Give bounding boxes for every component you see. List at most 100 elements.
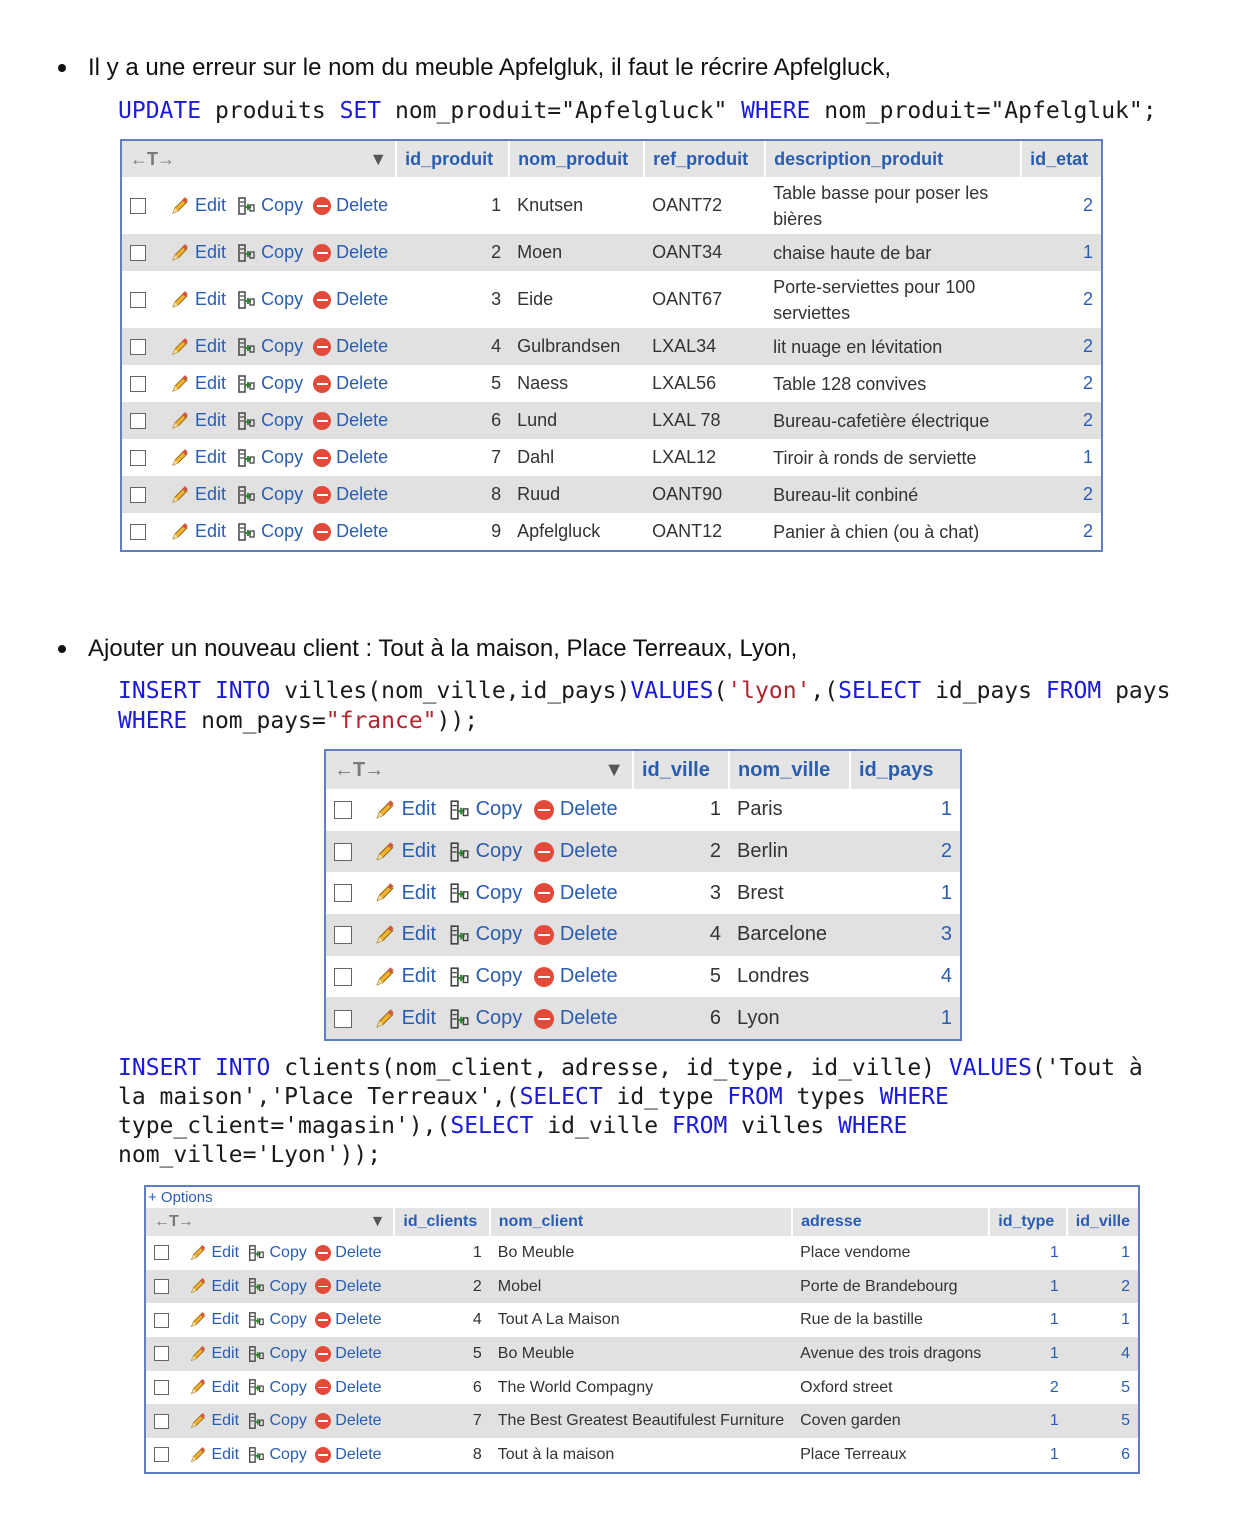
copy-button[interactable]: Copy	[247, 1345, 307, 1362]
edit-button[interactable]: Edit	[374, 965, 436, 987]
copy-button[interactable]: Copy	[236, 373, 303, 393]
delete-button[interactable]: Delete	[314, 1412, 382, 1429]
delete-button[interactable]: Delete	[313, 289, 388, 310]
copy-button[interactable]: Copy	[247, 1446, 307, 1463]
column-header[interactable]: nom_client	[488, 1208, 793, 1236]
column-nav-icon[interactable]: ←T→	[130, 149, 175, 169]
row-checkbox[interactable]	[154, 1245, 169, 1261]
row-checkbox[interactable]	[130, 292, 146, 309]
row-checkbox[interactable]	[334, 926, 352, 945]
delete-button[interactable]: Delete	[534, 798, 618, 820]
edit-button[interactable]: Edit	[170, 373, 226, 393]
edit-button[interactable]: Edit	[374, 1007, 436, 1029]
delete-button[interactable]: Delete	[313, 336, 388, 357]
edit-button[interactable]: Edit	[170, 410, 226, 430]
delete-button[interactable]: Delete	[313, 484, 388, 505]
column-header[interactable]: nom_produit	[508, 141, 645, 177]
row-checkbox[interactable]	[154, 1346, 169, 1362]
edit-button[interactable]: Edit	[170, 447, 226, 467]
copy-button[interactable]: Copy	[236, 447, 303, 467]
column-header[interactable]: ref_produit	[643, 141, 766, 177]
column-nav-icon[interactable]: ←T→	[154, 1213, 194, 1230]
copy-button[interactable]: Copy	[236, 242, 303, 262]
delete-button[interactable]: Delete	[313, 410, 388, 431]
row-checkbox[interactable]	[130, 524, 146, 541]
edit-button[interactable]: Edit	[374, 798, 436, 820]
row-checkbox[interactable]	[130, 245, 146, 262]
delete-button[interactable]: Delete	[313, 521, 388, 542]
copy-button[interactable]: Copy	[236, 521, 303, 541]
row-checkbox[interactable]	[154, 1312, 169, 1328]
row-checkbox[interactable]	[334, 967, 352, 986]
edit-button[interactable]: Edit	[170, 484, 226, 504]
edit-button[interactable]: Edit	[189, 1345, 239, 1362]
delete-button[interactable]: Delete	[314, 1379, 382, 1396]
edit-button[interactable]: Edit	[189, 1379, 239, 1396]
delete-button[interactable]: Delete	[314, 1278, 382, 1295]
copy-button[interactable]: Copy	[247, 1244, 307, 1261]
delete-button[interactable]: Delete	[534, 965, 618, 987]
delete-button[interactable]: Delete	[314, 1345, 382, 1362]
row-checkbox[interactable]	[334, 1009, 352, 1028]
delete-button[interactable]: Delete	[534, 923, 618, 945]
copy-button[interactable]: Copy	[247, 1412, 307, 1429]
column-header[interactable]: id_clients	[393, 1208, 490, 1236]
copy-button[interactable]: Copy	[247, 1311, 307, 1328]
sort-dropdown-icon[interactable]: ▼	[369, 149, 387, 170]
copy-button[interactable]: Copy	[236, 410, 303, 430]
row-checkbox[interactable]	[130, 413, 146, 430]
copy-button[interactable]: Copy	[448, 840, 522, 862]
delete-button[interactable]: Delete	[314, 1311, 382, 1328]
edit-button[interactable]: Edit	[170, 336, 226, 356]
row-checkbox[interactable]	[130, 376, 146, 393]
copy-button[interactable]: Copy	[448, 965, 522, 987]
edit-button[interactable]: Edit	[374, 840, 436, 862]
row-checkbox[interactable]	[130, 450, 146, 467]
row-checkbox[interactable]	[154, 1447, 169, 1463]
copy-button[interactable]: Copy	[236, 289, 303, 309]
edit-button[interactable]: Edit	[189, 1446, 239, 1463]
edit-button[interactable]: Edit	[170, 289, 226, 309]
delete-button[interactable]: Delete	[534, 882, 618, 904]
options-link[interactable]: + Options	[146, 1187, 1138, 1208]
row-checkbox[interactable]	[334, 884, 352, 903]
delete-button[interactable]: Delete	[534, 1007, 618, 1029]
copy-button[interactable]: Copy	[247, 1379, 307, 1396]
sort-dropdown-icon[interactable]: ▼	[370, 1213, 386, 1231]
edit-button[interactable]: Edit	[170, 521, 226, 541]
copy-button[interactable]: Copy	[247, 1278, 307, 1295]
delete-button[interactable]: Delete	[313, 242, 388, 263]
delete-button[interactable]: Delete	[314, 1244, 382, 1261]
copy-button[interactable]: Copy	[236, 195, 303, 215]
column-header[interactable]: id_ville	[1065, 1208, 1138, 1236]
row-checkbox[interactable]	[130, 339, 146, 356]
edit-button[interactable]: Edit	[189, 1412, 239, 1429]
column-header[interactable]: id_produit	[395, 141, 510, 177]
row-checkbox[interactable]	[154, 1278, 169, 1294]
edit-button[interactable]: Edit	[170, 195, 226, 215]
copy-button[interactable]: Copy	[236, 336, 303, 356]
row-checkbox[interactable]	[334, 842, 352, 861]
delete-button[interactable]: Delete	[534, 840, 618, 862]
edit-button[interactable]: Edit	[189, 1244, 239, 1261]
delete-button[interactable]: Delete	[313, 447, 388, 468]
column-header[interactable]: adresse	[791, 1208, 990, 1236]
copy-button[interactable]: Copy	[448, 798, 522, 820]
delete-button[interactable]: Delete	[313, 373, 388, 394]
delete-button[interactable]: Delete	[313, 195, 388, 216]
edit-button[interactable]: Edit	[374, 923, 436, 945]
row-checkbox[interactable]	[334, 801, 352, 820]
row-checkbox[interactable]	[154, 1413, 169, 1429]
column-header[interactable]: id_pays	[849, 751, 960, 789]
row-checkbox[interactable]	[154, 1379, 169, 1395]
column-nav-icon[interactable]: ←T→	[334, 759, 384, 781]
column-header[interactable]: id_etat	[1020, 141, 1101, 177]
copy-button[interactable]: Copy	[448, 1007, 522, 1029]
column-header[interactable]: id_ville	[632, 751, 729, 789]
column-header[interactable]: id_type	[988, 1208, 1067, 1236]
column-header[interactable]: nom_ville	[728, 751, 850, 789]
edit-button[interactable]: Edit	[170, 242, 226, 262]
column-header[interactable]: description_produit	[764, 141, 1022, 177]
edit-button[interactable]: Edit	[189, 1278, 239, 1295]
row-checkbox[interactable]	[130, 487, 146, 504]
